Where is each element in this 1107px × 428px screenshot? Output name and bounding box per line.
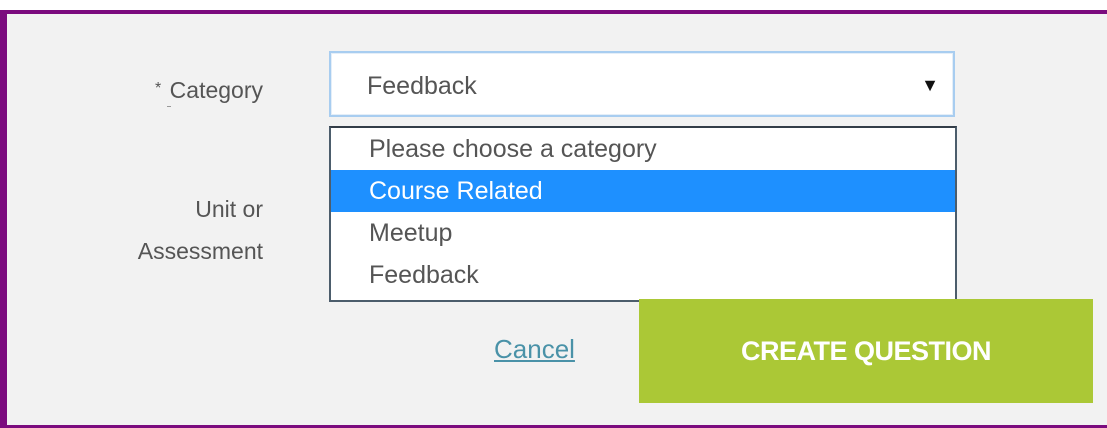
dropdown-arrow-icon[interactable]: ▼ bbox=[921, 75, 939, 95]
dropdown-option-course-related[interactable]: Course Related bbox=[331, 170, 955, 212]
create-question-button[interactable]: CREATE QUESTION bbox=[639, 299, 1093, 403]
dropdown-option-feedback[interactable]: Feedback bbox=[331, 254, 955, 296]
required-marker: * bbox=[155, 80, 162, 97]
unit-or-assessment-label: Unit or Assessment bbox=[138, 188, 263, 272]
label-tick-decoration bbox=[167, 106, 172, 107]
category-label-text: Category bbox=[169, 77, 263, 103]
dropdown-option-meetup[interactable]: Meetup bbox=[331, 212, 955, 254]
unit-label-line-2: Assessment bbox=[137, 238, 263, 264]
dropdown-option-please-choose[interactable]: Please choose a category bbox=[331, 128, 955, 170]
category-select[interactable]: Feedback ▼ bbox=[329, 51, 955, 117]
category-label: * Category bbox=[155, 74, 263, 107]
category-dropdown-list: Please choose a category Course Related … bbox=[329, 126, 957, 302]
cancel-link[interactable]: Cancel bbox=[494, 334, 575, 364]
question-form-panel: * Category Unit or Assessment Feedback ▼… bbox=[0, 10, 1107, 428]
category-select-value: Feedback bbox=[367, 72, 477, 100]
unit-label-line-1: Unit or bbox=[195, 196, 263, 222]
